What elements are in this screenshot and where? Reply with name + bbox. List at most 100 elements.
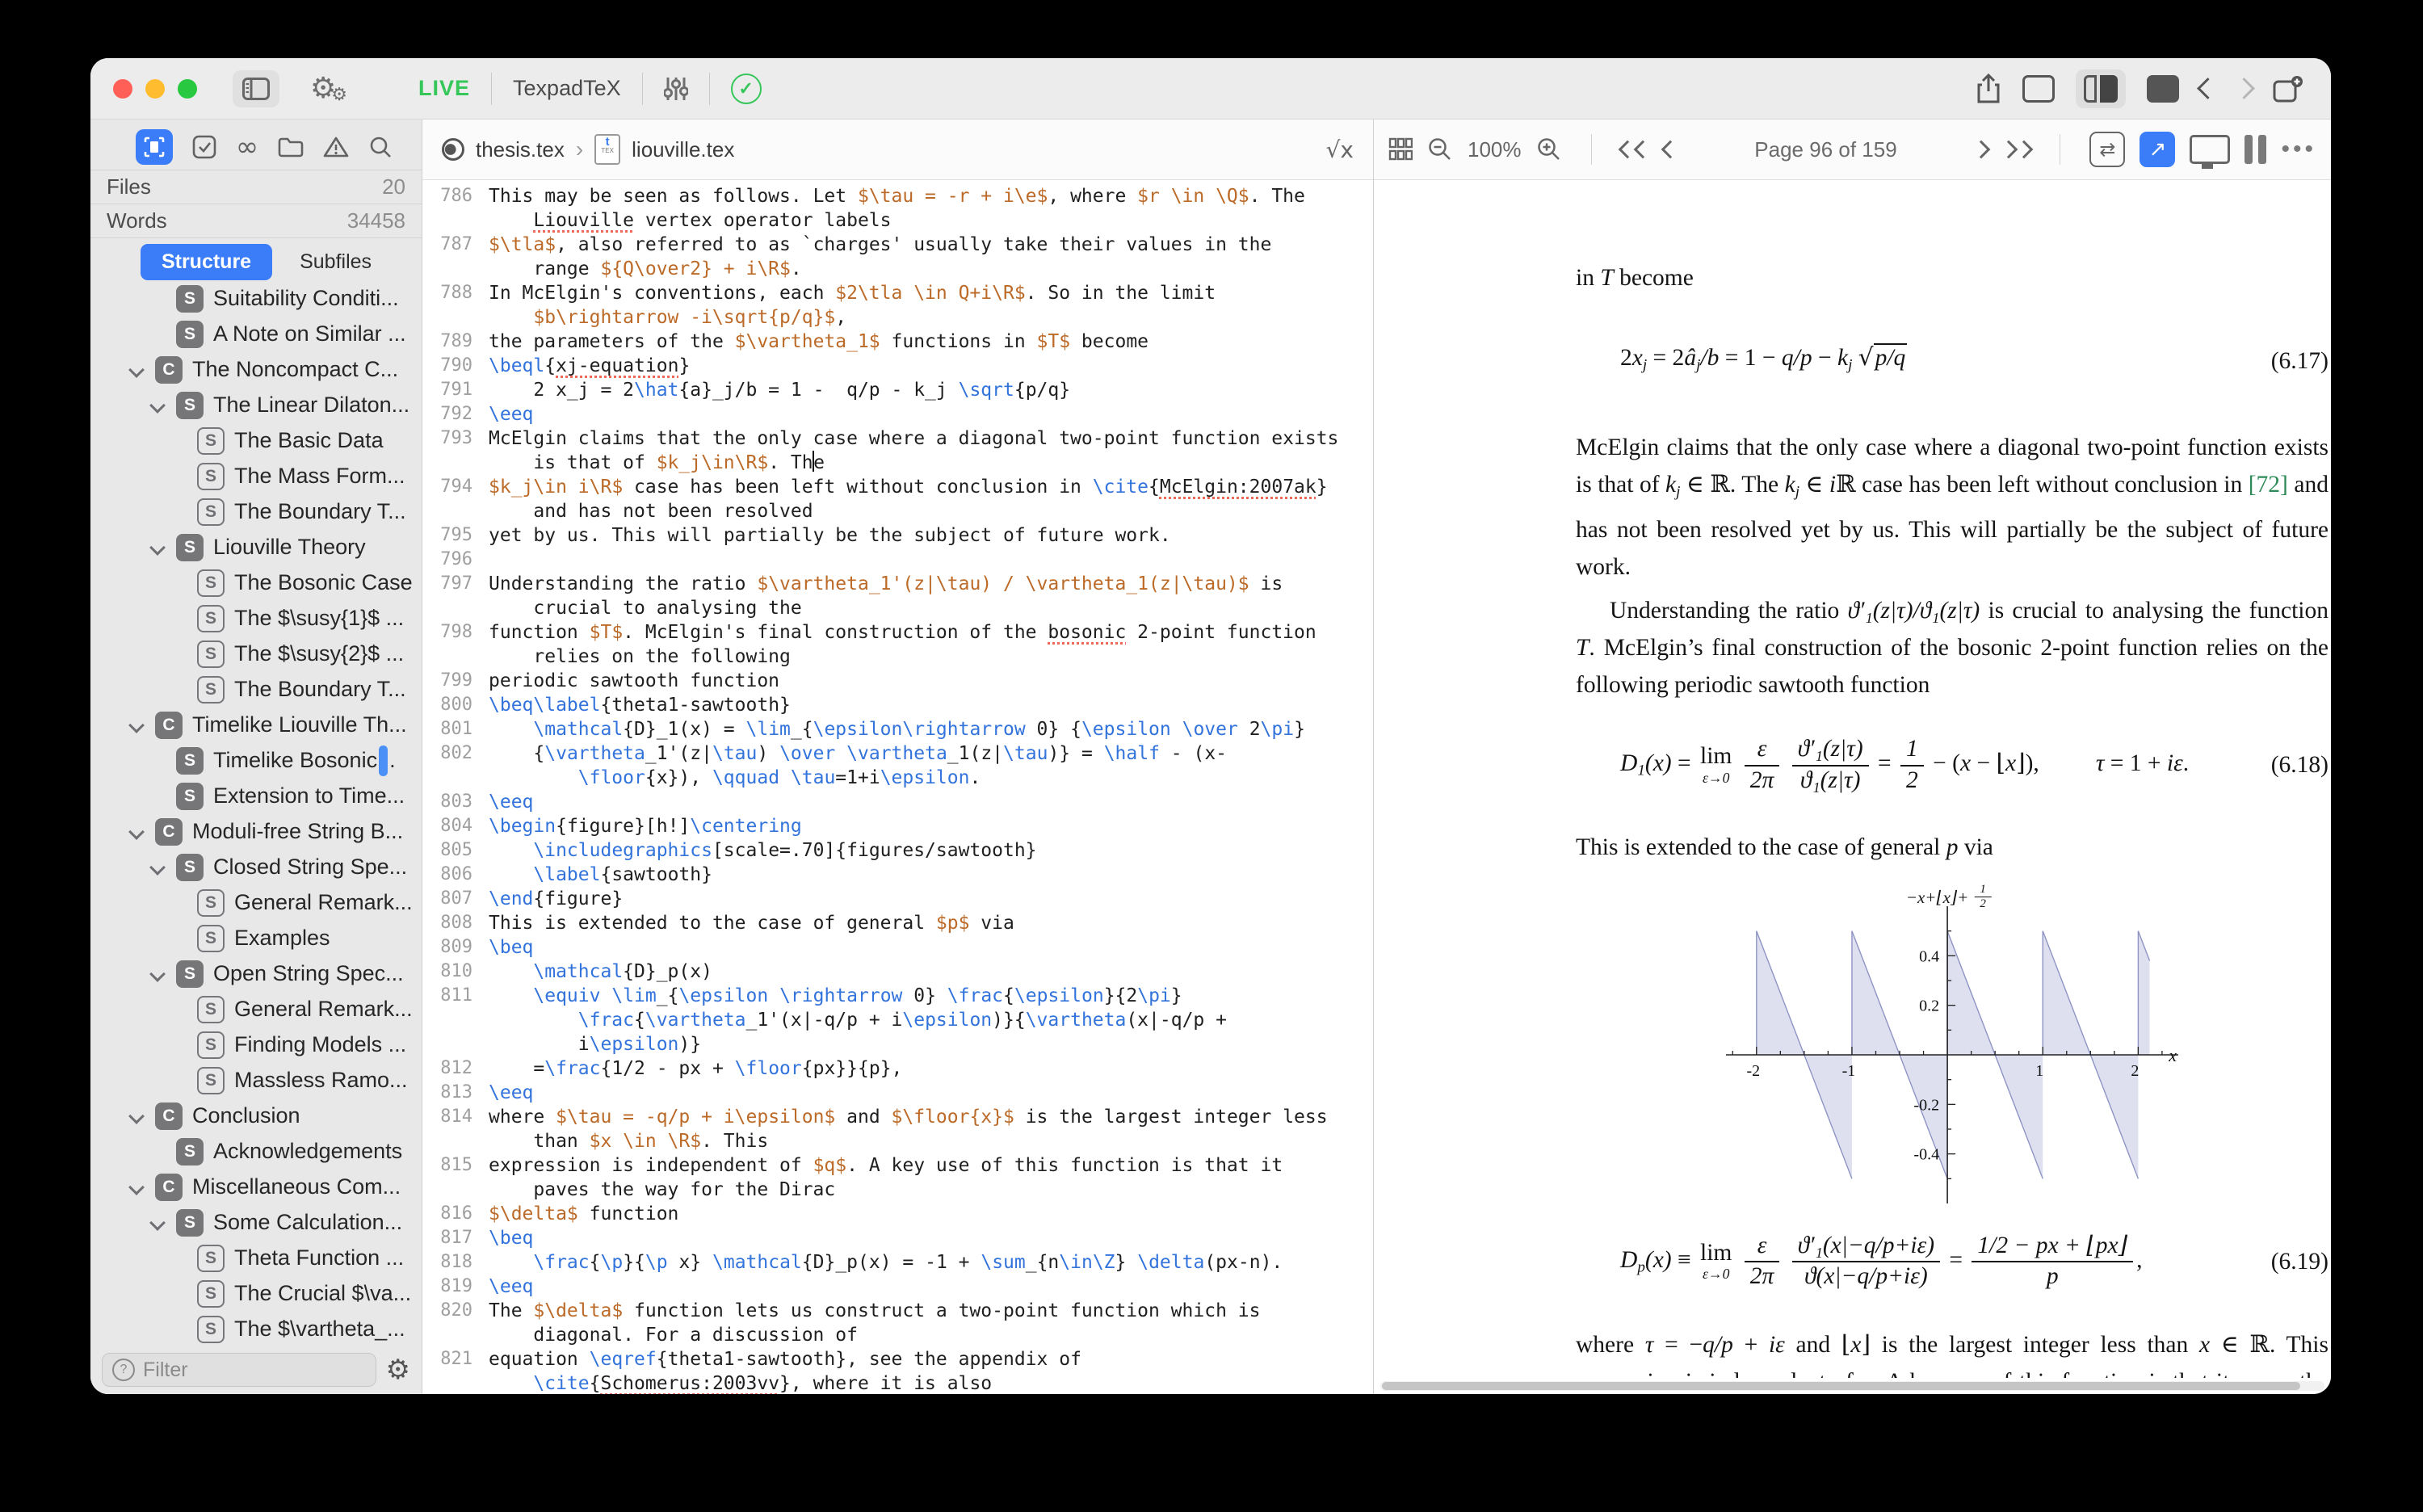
tree-item[interactable]: SFinding Models ... (90, 1027, 422, 1063)
tree-item[interactable]: SClosed String Spe... (90, 850, 422, 885)
tree-item[interactable]: SExtension to Time... (90, 779, 422, 814)
disclosure-chevron-icon[interactable] (149, 397, 166, 414)
tab-subfiles[interactable]: Subfiles (300, 250, 372, 274)
tree-item[interactable]: SOpen String Spec... (90, 956, 422, 992)
disclosure-chevron-icon[interactable] (128, 824, 145, 840)
code-line[interactable]: 792\eeq (422, 402, 1373, 426)
external-display-icon[interactable] (2190, 135, 2230, 164)
disclosure-chevron-icon[interactable] (149, 540, 166, 556)
zoom-button[interactable] (178, 79, 197, 99)
code-line[interactable]: 820The $\delta$ function lets us constru… (422, 1299, 1373, 1347)
tree-item[interactable]: SGeneral Remark... (90, 992, 422, 1027)
layout-editor-only-button[interactable] (2022, 75, 2055, 103)
last-page-button[interactable] (2002, 143, 2030, 156)
tree-item[interactable]: CTimelike Liouville Th... (90, 708, 422, 743)
more-options-icon[interactable]: ••• (2281, 136, 2316, 163)
filter-input[interactable]: ? Filter (102, 1353, 376, 1387)
layout-split-button[interactable] (2076, 69, 2126, 108)
code-line[interactable]: 811 \equiv \lim_{\epsilon \rightarrow 0}… (422, 984, 1373, 1056)
tree-item[interactable]: SMassless Ramo... (90, 1063, 422, 1098)
code-line[interactable]: 803\eeq (422, 790, 1373, 814)
engine-label[interactable]: TexpadTeX (513, 76, 621, 101)
code-line[interactable]: 802 {\vartheta_1'(z|\tau) \over \varthet… (422, 741, 1373, 790)
code-line[interactable]: 791 2 x_j = 2\hat{a}_j/b = 1 - q/p - k_j… (422, 378, 1373, 402)
code-line[interactable]: 816$\delta$ function (422, 1202, 1373, 1226)
code-line[interactable]: 788In McElgin's conventions, each $2\tla… (422, 281, 1373, 330)
tree-item[interactable]: SThe $\susy{2}$ ... (90, 636, 422, 672)
code-editor[interactable]: 786This may be seen as follows. Let $\ta… (422, 180, 1373, 1394)
disclosure-chevron-icon[interactable] (128, 717, 145, 733)
search-icon[interactable] (368, 135, 393, 159)
root-doc-icon[interactable] (442, 138, 464, 161)
close-button[interactable] (113, 79, 132, 99)
folder-icon[interactable] (278, 136, 304, 158)
code-line[interactable]: 795yet by us. This will partially be the… (422, 523, 1373, 548)
tree-item[interactable]: SThe Boundary T... (90, 672, 422, 708)
tree-item[interactable]: CModuli-free String B... (90, 814, 422, 850)
minimize-button[interactable] (145, 79, 165, 99)
warning-icon[interactable] (323, 136, 349, 158)
code-line[interactable]: 797Understanding the ratio $\vartheta_1'… (422, 572, 1373, 620)
next-page-button[interactable] (1975, 143, 1988, 156)
code-line[interactable]: 804\begin{figure}[h!]\centering (422, 814, 1373, 838)
code-line[interactable]: 819\eeq (422, 1275, 1373, 1299)
tree-item[interactable]: SLiouville Theory (90, 530, 422, 565)
typeset-success-icon[interactable]: ✓ (731, 74, 762, 104)
code-line[interactable]: 806 \label{sawtooth} (422, 863, 1373, 887)
tree-item[interactable]: SThe $\vartheta_... (90, 1312, 422, 1346)
disclosure-chevron-icon[interactable] (149, 859, 166, 876)
code-line[interactable]: 807\end{figure} (422, 887, 1373, 911)
structure-view-icon[interactable] (136, 129, 173, 165)
code-line[interactable]: 801 \mathcal{D}_1(x) = \lim_{\epsilon\ri… (422, 717, 1373, 741)
code-line[interactable]: 787$\tla$, also referred to as `charges'… (422, 233, 1373, 281)
code-line[interactable]: 814where $\tau = -q/p + i\epsilon$ and $… (422, 1105, 1373, 1153)
previous-page-button[interactable] (1664, 143, 1677, 156)
thumbnails-icon[interactable] (1388, 137, 1413, 162)
todo-icon[interactable] (192, 135, 216, 159)
tree-item[interactable]: SThe Crucial $\va... (90, 1276, 422, 1312)
code-line[interactable]: 818 \frac{\p}{\p x} \mathcal{D}_p(x) = -… (422, 1250, 1373, 1275)
zoom-out-icon[interactable] (1427, 136, 1453, 162)
tree-item[interactable]: CThe Noncompact C... (90, 352, 422, 388)
code-line[interactable]: 799periodic sawtooth function (422, 669, 1373, 693)
code-line[interactable]: 796 (422, 548, 1373, 572)
tree-item[interactable]: STheta Function ... (90, 1241, 422, 1276)
back-button[interactable] (2197, 78, 2219, 99)
math-preview-button[interactable]: √x (1326, 136, 1354, 163)
code-line[interactable]: 821equation \eqref{theta1-sawtooth}, see… (422, 1347, 1373, 1394)
tree-item[interactable]: SThe Boundary T... (90, 494, 422, 530)
pause-typeset-icon[interactable] (2245, 135, 2266, 164)
code-line[interactable]: 794$k_j\in i\R$ case has been left witho… (422, 475, 1373, 523)
code-line[interactable]: 798function $T$. McElgin's final constru… (422, 620, 1373, 669)
tree-item[interactable]: SThe $\susy{1}$ ... (90, 601, 422, 636)
tree-item[interactable]: SSome Calculation... (90, 1205, 422, 1241)
code-line[interactable]: 790\beql{xj-equation} (422, 354, 1373, 378)
code-line[interactable]: 810 \mathcal{D}_p(x) (422, 960, 1373, 984)
first-page-button[interactable] (1621, 143, 1649, 156)
filter-settings-icon[interactable]: ⚙ (386, 1356, 410, 1384)
forward-button[interactable] (2233, 78, 2255, 99)
code-line[interactable]: 800\beq\label{theta1-sawtooth} (422, 693, 1373, 717)
infinity-icon[interactable]: ∞ (236, 131, 258, 163)
tree-item[interactable]: SSuitability Conditi... (90, 281, 422, 317)
code-line[interactable]: 815expression is independent of $q$. A k… (422, 1153, 1373, 1202)
tree-item[interactable]: SA Note on Similar ... (90, 317, 422, 352)
disclosure-chevron-icon[interactable] (149, 966, 166, 982)
breadcrumb-root[interactable]: thesis.tex (476, 137, 565, 162)
page-indicator[interactable]: Page 96 of 159 (1677, 137, 1976, 162)
share-icon[interactable] (1976, 74, 2001, 104)
new-window-icon[interactable] (2273, 75, 2303, 103)
code-line[interactable]: 793McElgin claims that the only case whe… (422, 426, 1373, 475)
code-line[interactable]: 813\eeq (422, 1081, 1373, 1105)
code-line[interactable]: 808This is extended to the case of gener… (422, 911, 1373, 935)
code-line[interactable]: 805 \includegraphics[scale=.70]{figures/… (422, 838, 1373, 863)
tree-item[interactable]: CMiscellaneous Com... (90, 1170, 422, 1205)
tree-item[interactable]: SThe Mass Form... (90, 459, 422, 494)
tree-item[interactable]: CConclusion (90, 1098, 422, 1134)
live-typeset-indicator[interactable]: LIVE (418, 76, 470, 101)
code-line[interactable]: 817\beq (422, 1226, 1373, 1250)
tree-item[interactable]: SGeneral Remark... (90, 885, 422, 921)
zoom-in-icon[interactable] (1536, 136, 1562, 162)
tree-item[interactable]: SAcknowledgements (90, 1134, 422, 1170)
code-line[interactable]: 809\beq (422, 935, 1373, 960)
